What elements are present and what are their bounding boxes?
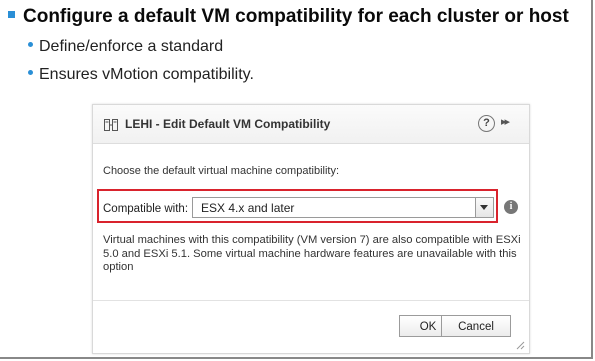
slide-heading-text: Configure a default VM compatibility for… — [23, 6, 569, 27]
compatibility-select[interactable]: ESX 4.x and later — [192, 197, 494, 218]
compatibility-prompt: Choose the default virtual machine compa… — [103, 165, 340, 177]
resize-grip-icon[interactable] — [516, 341, 525, 350]
slide-heading: Configure a default VM compatibility for… — [8, 6, 569, 28]
dropdown-arrow-icon[interactable] — [475, 198, 493, 217]
dialog-titlebar: LEHI - Edit Default VM Compatibility ? ▸… — [93, 105, 529, 144]
footer-divider — [93, 300, 529, 301]
cluster-icon — [104, 119, 118, 131]
dialog-title: LEHI - Edit Default VM Compatibility — [125, 117, 331, 131]
help-icon[interactable]: ? — [478, 115, 495, 132]
sub-bullet-1: Define/enforce a standard — [28, 38, 223, 56]
bullet-square-icon — [8, 11, 15, 19]
expand-icon[interactable]: ▸▸ — [501, 115, 510, 128]
edit-default-vm-compatibility-dialog: LEHI - Edit Default VM Compatibility ? ▸… — [92, 104, 530, 354]
bullet-dot-icon — [28, 70, 33, 76]
compatibility-select-value: ESX 4.x and later — [201, 201, 295, 215]
compatibility-description: Virtual machines with this compatibility… — [103, 234, 521, 274]
compatible-with-label: Compatible with: — [103, 203, 189, 215]
sub-bullet-text: Ensures vMotion compatibility. — [39, 66, 254, 83]
cancel-button[interactable]: Cancel — [441, 315, 511, 337]
info-icon[interactable]: i — [504, 200, 518, 214]
sub-bullet-text: Define/enforce a standard — [39, 38, 224, 55]
bullet-dot-icon — [28, 42, 33, 48]
sub-bullet-2: Ensures vMotion compatibility. — [28, 66, 254, 84]
